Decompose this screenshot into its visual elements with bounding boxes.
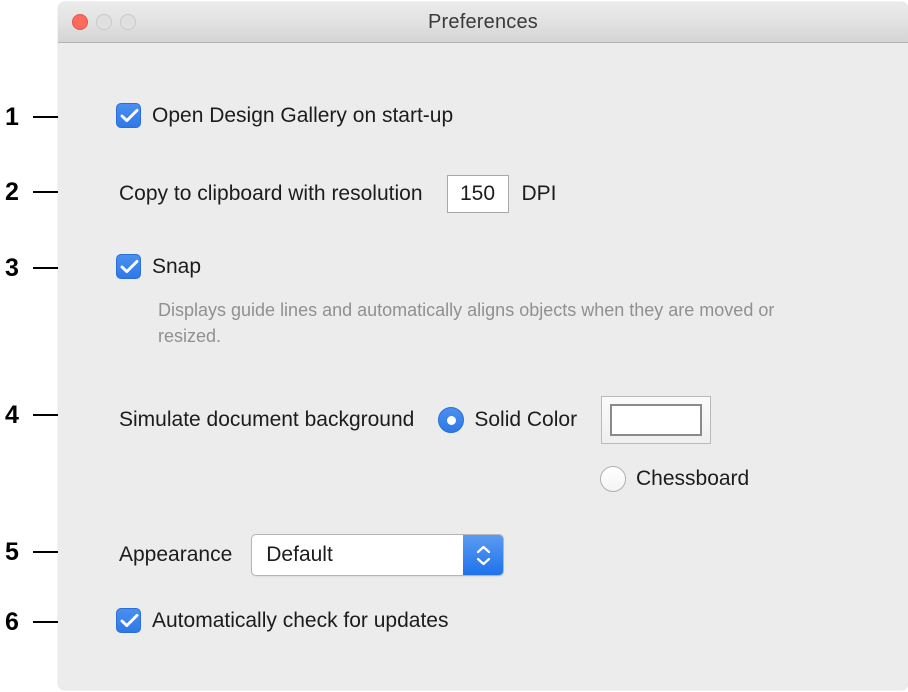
- close-button-icon[interactable]: [72, 14, 88, 30]
- open-gallery-label[interactable]: Open Design Gallery on start-up: [152, 104, 453, 128]
- appearance-selected-value: Default: [266, 543, 333, 566]
- auto-update-checkbox[interactable]: [116, 608, 141, 633]
- zoom-button-icon[interactable]: [120, 14, 136, 30]
- chessboard-label[interactable]: Chessboard: [636, 467, 749, 491]
- resolution-input[interactable]: 150: [446, 175, 509, 213]
- snap-description-text: Displays guide lines and automatically a…: [158, 300, 775, 347]
- appearance-stepper-arrows[interactable]: [463, 535, 504, 575]
- resolution-unit-label: DPI: [521, 182, 557, 205]
- setting-row-simulate-background: Simulate document background Solid Color: [119, 396, 712, 444]
- callout-number: 4: [5, 400, 19, 429]
- callout-number: 2: [5, 177, 19, 206]
- snap-description: Displays guide lines and automatically a…: [158, 297, 778, 349]
- setting-row-auto-update: Automatically check for updates: [116, 608, 448, 633]
- callout-number: 1: [5, 102, 19, 131]
- snap-label[interactable]: Snap: [152, 255, 201, 279]
- chevron-up-icon: [476, 545, 490, 553]
- auto-update-label[interactable]: Automatically check for updates: [152, 609, 448, 633]
- window-titlebar[interactable]: Preferences: [58, 2, 908, 43]
- callout-number: 6: [5, 607, 19, 636]
- preferences-window: Preferences Open Design Gallery on start…: [58, 2, 908, 690]
- setting-row-clipboard-resolution: Copy to clipboard with resolution 150 DP…: [119, 175, 557, 213]
- minimize-button-icon[interactable]: [96, 14, 112, 30]
- checkmark-icon: [120, 259, 139, 274]
- setting-row-open-gallery: Open Design Gallery on start-up: [116, 103, 453, 128]
- setting-row-appearance: Appearance Default: [119, 534, 505, 576]
- preferences-content: Open Design Gallery on start-up Copy to …: [58, 43, 908, 690]
- snap-checkbox[interactable]: [116, 254, 141, 279]
- window-title: Preferences: [427, 10, 539, 33]
- chessboard-radio[interactable]: [600, 466, 626, 492]
- solid-color-label[interactable]: Solid Color: [474, 408, 577, 432]
- appearance-label: Appearance: [119, 543, 233, 566]
- chessboard-radio-option[interactable]: Chessboard: [600, 466, 749, 492]
- simulate-background-label: Simulate document background: [119, 408, 415, 431]
- callout-number: 3: [5, 253, 19, 282]
- appearance-select[interactable]: Default: [251, 534, 505, 576]
- clipboard-resolution-label: Copy to clipboard with resolution: [119, 182, 423, 205]
- checkmark-icon: [120, 108, 139, 123]
- callout-number: 5: [5, 537, 19, 566]
- solid-color-radio[interactable]: [438, 407, 465, 433]
- setting-row-snap: Snap: [116, 254, 201, 279]
- open-gallery-checkbox[interactable]: [116, 103, 141, 128]
- background-color-well[interactable]: [601, 396, 712, 444]
- background-color-swatch: [610, 404, 703, 436]
- window-controls: [72, 14, 136, 30]
- checkmark-icon: [120, 613, 139, 628]
- chevron-down-icon: [476, 557, 490, 565]
- solid-color-radio-option[interactable]: Solid Color: [438, 407, 577, 433]
